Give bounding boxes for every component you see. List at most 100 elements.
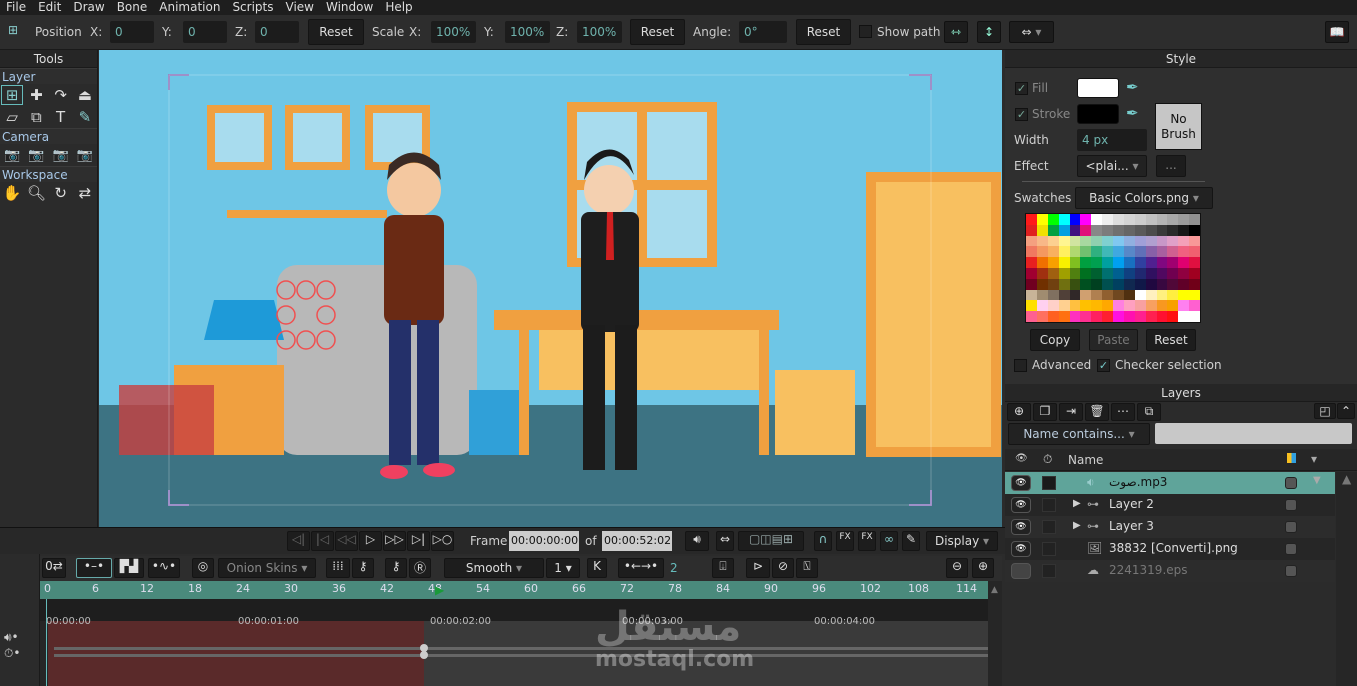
swatch-cell[interactable] (1123, 235, 1135, 247)
position-reset-button[interactable]: Reset (308, 19, 364, 45)
playhead[interactable] (46, 599, 47, 686)
menu-edit[interactable]: Edit (32, 0, 67, 15)
swatch-cell[interactable] (1036, 311, 1048, 322)
advanced-checkbox[interactable] (1014, 359, 1027, 372)
total-frames-input[interactable]: 00:00:52:02 (602, 531, 672, 551)
swatch-cell[interactable] (1080, 224, 1092, 236)
swatch-cell[interactable] (1036, 224, 1048, 236)
swatch-cell[interactable] (1156, 268, 1168, 279)
swatch-cell[interactable] (1145, 300, 1157, 312)
camera-roll-icon[interactable]: 📷 (50, 148, 72, 163)
swatch-cell[interactable] (1047, 214, 1059, 225)
fill-eyedropper-icon[interactable]: ✒ (1126, 78, 1139, 96)
swatch-cell[interactable] (1113, 235, 1124, 247)
swatch-cell[interactable] (1102, 268, 1113, 279)
swatch-cell[interactable] (1145, 235, 1157, 247)
swatch-cell[interactable] (1189, 311, 1200, 322)
swatch-cell[interactable] (1080, 235, 1092, 247)
swatch-cell[interactable] (1102, 311, 1113, 322)
camera-zoom-icon[interactable]: 📷 (25, 148, 47, 163)
swatch-cell[interactable] (1189, 300, 1200, 312)
swatch-cell[interactable] (1036, 246, 1048, 258)
menu-window[interactable]: Window (320, 0, 379, 15)
zoom-in-icon[interactable]: ⊕ (972, 558, 994, 578)
swatch-cell[interactable] (1080, 257, 1092, 268)
swatch-cell[interactable] (1189, 268, 1200, 279)
current-frame-input[interactable]: 00:00:00:00 (509, 531, 579, 551)
camera-track-icon[interactable]: 📷 (1, 148, 23, 163)
rotate-workspace-icon[interactable]: ↻ (50, 184, 72, 202)
swatch-cell[interactable] (1178, 246, 1190, 258)
swatch-cell[interactable] (1189, 278, 1200, 290)
layer-row[interactable]: ☁ 2241319.eps (1005, 560, 1335, 582)
effect-dropdown[interactable]: <plai... ▾ (1077, 155, 1147, 177)
swatch-cell[interactable] (1167, 257, 1179, 268)
next-frame-icon[interactable]: ▷▷ (383, 531, 406, 551)
swatch-cell[interactable] (1058, 257, 1070, 268)
zoom-icon[interactable]: 🔍︎ (25, 184, 47, 202)
swatch-cell[interactable] (1047, 235, 1059, 247)
paste-button[interactable]: Paste (1089, 329, 1138, 351)
checker-selection-checkbox[interactable]: ✓ (1097, 359, 1110, 372)
last-frame-icon[interactable]: ▷| (407, 531, 430, 551)
swatch-cell[interactable] (1189, 246, 1200, 258)
no-marker-icon[interactable]: ⍂ (796, 558, 818, 578)
swatch-cell[interactable] (1134, 257, 1146, 268)
swatch-cell[interactable] (1102, 300, 1113, 312)
swatch-cell[interactable] (1167, 214, 1179, 225)
swatch-cell[interactable] (1069, 224, 1081, 236)
canvas-viewport[interactable] (99, 50, 1002, 527)
align-dropdown[interactable]: ⇔ ▾ (1009, 21, 1054, 43)
swatch-cell[interactable] (1145, 224, 1157, 236)
swatch-cell[interactable] (1156, 257, 1168, 268)
swatch-cell[interactable] (1080, 300, 1092, 312)
swatch-cell[interactable] (1156, 246, 1168, 258)
interpolation-count[interactable]: 1 ▾ (546, 558, 580, 578)
swatch-cell[interactable] (1102, 224, 1113, 236)
swatch-cell[interactable] (1047, 311, 1059, 322)
swatch-cell[interactable] (1178, 214, 1190, 225)
swatch-cell[interactable] (1069, 311, 1081, 322)
swatch-cell[interactable] (1091, 300, 1103, 312)
fx-box-icon[interactable]: FX (858, 531, 876, 551)
flip-vertical-icon[interactable]: ↕ (977, 21, 1001, 43)
view-layout-icons[interactable]: ▢◫▤⊞ (738, 531, 804, 551)
menu-help[interactable]: Help (379, 0, 418, 15)
menu-animation[interactable]: Animation (153, 0, 226, 15)
display-dropdown[interactable]: Display ▾ (926, 531, 998, 551)
swatch-cell[interactable] (1123, 246, 1135, 258)
duplicate-layer-icon[interactable]: ❐ (1033, 403, 1057, 421)
layer-checkbox[interactable] (1042, 542, 1056, 556)
swatch-cell[interactable] (1058, 311, 1070, 322)
swatch-cell[interactable] (1134, 268, 1146, 279)
swatch-cell[interactable] (1113, 257, 1124, 268)
swatch-cell[interactable] (1189, 235, 1200, 247)
previous-frame-icon[interactable]: ◁◁ (335, 531, 358, 551)
scale-reset-button[interactable]: Reset (630, 19, 685, 45)
swatch-cell[interactable] (1134, 235, 1146, 247)
layer-checkbox[interactable] (1042, 564, 1056, 578)
swatch-cell[interactable] (1069, 300, 1081, 312)
stroke-eyedropper-icon[interactable]: ✒ (1126, 104, 1139, 122)
swatch-cell[interactable] (1069, 235, 1081, 247)
swatch-cell[interactable] (1113, 278, 1124, 290)
position-z-input[interactable]: 0 (255, 21, 299, 43)
camera-pan-icon[interactable]: 📷 (74, 148, 96, 163)
swatch-cell[interactable] (1102, 235, 1113, 247)
swatch-cell[interactable] (1080, 268, 1092, 279)
swatch-cell[interactable] (1178, 268, 1190, 279)
swatch-cell[interactable] (1026, 224, 1037, 236)
swatch-cell[interactable] (1167, 278, 1179, 290)
rewind-icon[interactable]: ◁| (287, 531, 310, 551)
swatch-cell[interactable] (1145, 214, 1157, 225)
swatch-cell[interactable] (1069, 246, 1081, 258)
fill-checkbox[interactable]: ✓ (1015, 82, 1028, 95)
curve-icon[interactable]: ∩ (814, 531, 832, 551)
layer-color-tag[interactable] (1285, 499, 1297, 511)
text-icon[interactable]: T (50, 108, 72, 126)
key-a-icon[interactable]: ⚷ (352, 558, 374, 578)
swatch-cell[interactable] (1156, 278, 1168, 290)
menu-bone[interactable]: Bone (111, 0, 154, 15)
layer-checkbox[interactable] (1042, 498, 1056, 512)
swatch-cell[interactable] (1167, 246, 1179, 258)
